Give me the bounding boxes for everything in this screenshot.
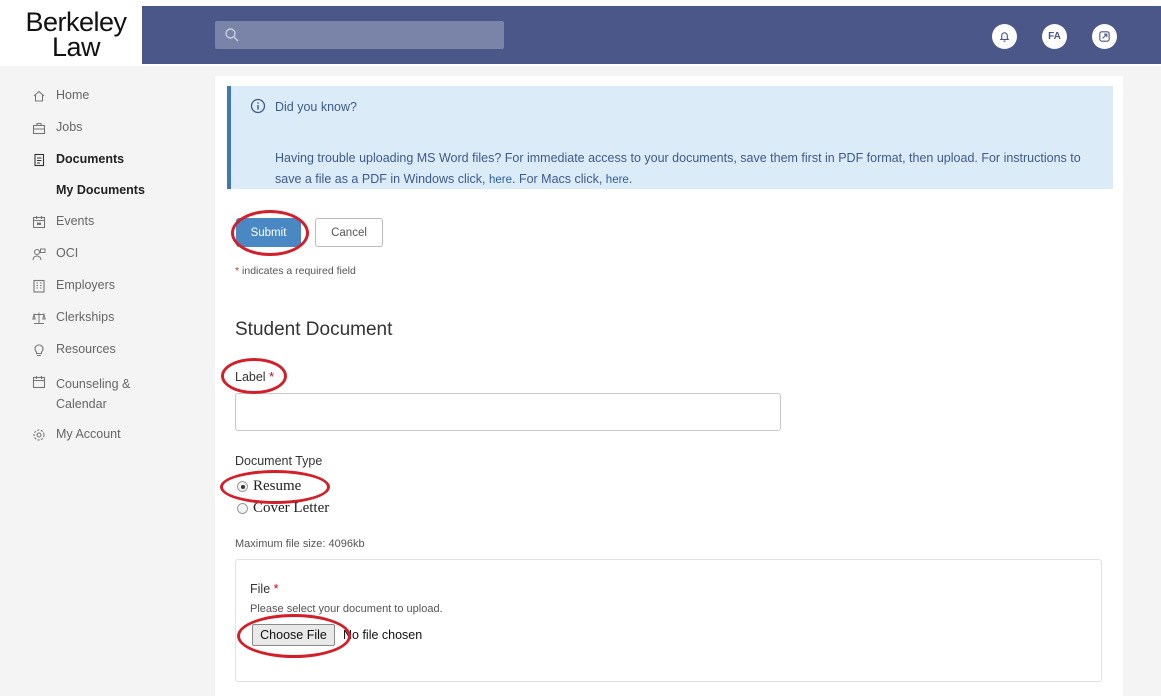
required-field-note: * indicates a required field — [235, 265, 356, 277]
sidebar-item-label: Clerkships — [56, 310, 115, 324]
info-icon — [250, 98, 266, 114]
sidebar-item-label: OCI — [56, 246, 79, 260]
sidebar-item-label: Counseling & — [56, 377, 131, 391]
sidebar-item-label: Resources — [56, 342, 116, 356]
berkeley-law-logo[interactable]: Berkeley Law — [10, 6, 142, 64]
search-input[interactable] — [245, 21, 500, 49]
info-body: Having trouble uploading MS Word files? … — [275, 148, 1095, 191]
no-file-chosen-text: No file chosen — [343, 628, 423, 642]
resume-radio[interactable] — [237, 481, 248, 492]
notifications-button[interactable] — [992, 24, 1017, 49]
file-upload-hint: Please select your document to upload. — [250, 603, 443, 615]
sidebar-item-jobs[interactable]: Jobs — [32, 120, 82, 140]
sidebar-item-label: Employers — [56, 278, 116, 292]
section-title: Student Document — [235, 319, 393, 340]
people-icon — [32, 248, 46, 261]
windows-pdf-help-link[interactable]: here — [489, 174, 512, 186]
external-link-button[interactable] — [1092, 24, 1117, 49]
sidebar-item-label: Documents — [56, 152, 125, 166]
gear-icon — [33, 429, 45, 441]
cover-letter-radio-option[interactable]: Cover Letter — [237, 500, 329, 517]
expand-icon — [1099, 31, 1110, 42]
search-bar[interactable] — [215, 21, 504, 49]
search-icon — [225, 28, 239, 42]
label-field-text: Label — [235, 370, 266, 384]
file-field-label: File * — [250, 582, 279, 596]
sidebar-nav: Home Jobs Documents My Documents Events … — [0, 66, 205, 696]
info-body-text: Having trouble uploading MS Word files? … — [275, 151, 1081, 186]
building-icon — [33, 279, 45, 293]
main-content-card: Did you know? Having trouble uploading M… — [215, 76, 1123, 696]
scales-icon — [32, 312, 46, 324]
label-input[interactable] — [235, 393, 781, 431]
sidebar-item-oci[interactable]: OCI — [32, 246, 78, 266]
calendar-icon — [32, 376, 46, 389]
resume-radio-option[interactable]: Resume — [237, 478, 301, 495]
required-star: * — [269, 370, 274, 384]
cover-letter-radio-label: Cover Letter — [253, 500, 330, 516]
mac-pdf-help-link[interactable]: here — [606, 174, 629, 186]
user-initials: FA — [1048, 31, 1061, 42]
top-bar: Berkeley Law FA — [0, 0, 1161, 66]
info-body-middle: . For Macs click, — [512, 172, 603, 186]
briefcase-icon — [32, 122, 46, 135]
sidebar-item-documents[interactable]: Documents — [32, 152, 124, 172]
sidebar-subitem-my-documents[interactable]: My Documents — [56, 183, 145, 197]
document-icon — [34, 153, 45, 167]
max-file-size-note: Maximum file size: 4096kb — [235, 538, 365, 550]
sidebar-item-label: My Account — [56, 427, 121, 441]
header-background — [10, 6, 1161, 64]
cancel-button[interactable]: Cancel — [315, 218, 383, 247]
bell-icon — [999, 32, 1010, 42]
sidebar-item-my-account[interactable]: My Account — [32, 427, 121, 447]
label-field-label: Label * — [235, 370, 274, 384]
sidebar-item-label-line2: Calendar — [56, 397, 107, 411]
sidebar-item-resources[interactable]: Resources — [32, 342, 116, 362]
sidebar-item-clerkships[interactable]: Clerkships — [32, 310, 114, 330]
info-body-suffix: . — [628, 172, 633, 186]
required-star: * — [235, 265, 240, 277]
info-callout: Did you know? Having trouble uploading M… — [227, 86, 1113, 189]
choose-file-button[interactable]: Choose File — [252, 624, 335, 646]
sidebar-item-label: Home — [56, 88, 90, 102]
document-type-label: Document Type — [235, 454, 323, 468]
file-upload-box: File * Please select your document to up… — [235, 559, 1102, 682]
sidebar-item-events[interactable]: Events — [32, 214, 94, 234]
info-title: Did you know? — [275, 100, 357, 114]
required-note-text: indicates a required field — [242, 265, 356, 277]
sidebar-item-home[interactable]: Home — [32, 88, 89, 108]
sidebar-item-label: Jobs — [56, 120, 83, 134]
sidebar-item-label: Events — [56, 214, 95, 228]
calendar-icon — [32, 216, 46, 229]
cover-letter-radio[interactable] — [237, 503, 248, 514]
resume-radio-label: Resume — [253, 478, 302, 494]
user-avatar-button[interactable]: FA — [1042, 24, 1067, 49]
logo-line-2: Law — [51, 32, 101, 62]
submit-button[interactable]: Submit — [236, 218, 301, 247]
file-label-text: File — [250, 582, 271, 596]
sidebar-item-employers[interactable]: Employers — [32, 278, 115, 298]
home-icon — [33, 90, 45, 102]
lightbulb-icon — [34, 344, 44, 357]
sidebar-item-counseling-calendar[interactable]: Counseling & Calendar — [32, 374, 130, 414]
required-star: * — [273, 582, 279, 596]
